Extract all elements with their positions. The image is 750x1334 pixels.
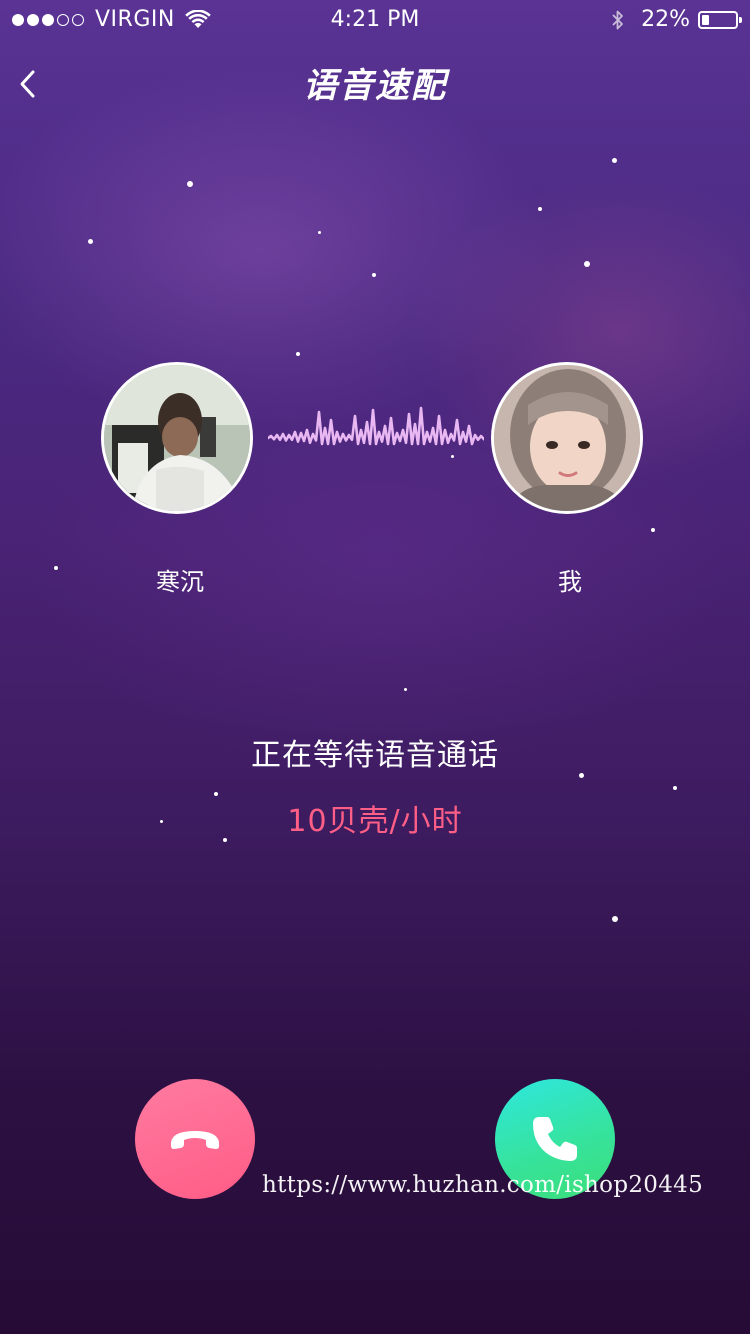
phone-hangup-icon xyxy=(171,1131,219,1149)
star xyxy=(187,181,193,187)
status-bar: VIRGIN 4:21 PM 22% xyxy=(0,0,750,40)
battery-nub xyxy=(739,16,742,23)
caller-photo xyxy=(104,365,250,511)
my-photo xyxy=(494,365,640,511)
star xyxy=(88,239,93,244)
hangup-button[interactable] xyxy=(135,1079,255,1199)
star xyxy=(584,261,590,267)
caller-name: 寒沉 xyxy=(156,568,204,596)
page-title: 语音速配 xyxy=(303,66,447,106)
star xyxy=(54,566,58,570)
star xyxy=(404,688,407,691)
battery-percentage: 22% xyxy=(641,7,690,32)
star xyxy=(612,916,618,922)
star xyxy=(673,786,677,790)
voice-match-screen: VIRGIN 4:21 PM 22% 语音速配 寒沉 我 正在等待语音通话 10… xyxy=(0,0,750,1334)
star xyxy=(651,528,655,532)
watermark-url: https://www.huzhan.com/ishop20445 xyxy=(262,1172,704,1198)
caller-avatar[interactable] xyxy=(101,362,253,514)
my-avatar[interactable] xyxy=(491,362,643,514)
battery-icon xyxy=(698,10,742,29)
star xyxy=(612,158,617,163)
star xyxy=(538,207,542,211)
status-bar-right: 22% xyxy=(611,7,742,32)
audio-wave-icon xyxy=(268,406,484,446)
battery-level-fill xyxy=(702,14,709,25)
call-price-text: 10贝壳/小时 xyxy=(287,804,463,839)
my-name: 我 xyxy=(558,568,582,596)
phone-accept-icon xyxy=(533,1117,577,1161)
bluetooth-icon xyxy=(612,10,623,29)
call-status-text: 正在等待语音通话 xyxy=(251,738,499,773)
star xyxy=(318,231,321,234)
star xyxy=(372,273,376,277)
star xyxy=(296,352,300,356)
